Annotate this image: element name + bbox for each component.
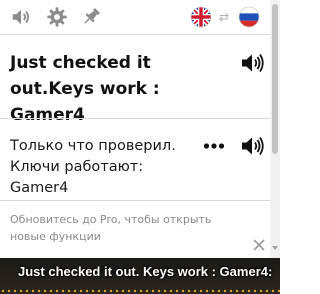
upgrade-pro-link[interactable]: Обновитесь до Pro, чтобы открыть новые ф…: [10, 211, 215, 245]
speaker-icon[interactable]: [10, 6, 32, 28]
speaker-icon[interactable]: [240, 52, 266, 74]
toolbar-divider: [0, 34, 270, 35]
speaker-icon[interactable]: [240, 135, 266, 157]
scrollbar-thumb[interactable]: [272, 4, 278, 154]
video-subtitle-text: Just checked it out. Keys work : Gamer4:: [18, 264, 273, 279]
close-icon[interactable]: [252, 238, 266, 252]
uk-flag-icon[interactable]: [190, 6, 212, 28]
subtitle-dotted-underline: [0, 288, 280, 294]
scroll-down-arrow-icon[interactable]: [272, 246, 278, 250]
translator-popup: ⇄ Just checked it out.Keys work : Gamer4…: [0, 0, 270, 258]
gear-icon[interactable]: [46, 6, 68, 28]
section-divider: [0, 118, 270, 119]
popup-toolbar: ⇄: [0, 0, 270, 34]
translation-text: Just checked it out.Keys work : Gamer4: [10, 53, 160, 125]
more-options-icon[interactable]: [203, 139, 225, 153]
swap-icon[interactable]: ⇄: [216, 8, 232, 26]
original-text: Только что проверил. Ключи работают: Gam…: [10, 138, 176, 196]
promo-divider: [0, 200, 270, 201]
russia-flag-icon[interactable]: [238, 6, 260, 28]
pin-icon[interactable]: [80, 6, 102, 28]
